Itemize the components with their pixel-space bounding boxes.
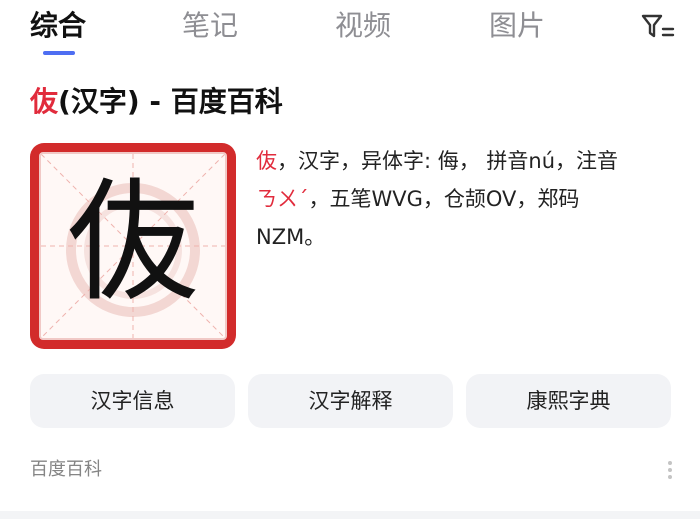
more-dot-icon — [668, 475, 672, 479]
active-tab-indicator — [43, 51, 75, 55]
hanzi-explanation-button[interactable]: 汉字解释 — [248, 374, 453, 428]
more-dot-icon — [668, 461, 672, 465]
kangxi-dictionary-button[interactable]: 康熙字典 — [466, 374, 671, 428]
section-divider — [0, 511, 700, 519]
title-text: (汉字) - 百度百科 — [58, 85, 283, 118]
tab-notes[interactable]: 笔记 — [182, 6, 238, 46]
filter-icon — [641, 14, 675, 38]
tab-general[interactable]: 综合 — [30, 6, 86, 46]
description-line2: ，五笔WVG，仓颉OV，郑码 — [308, 187, 580, 211]
result-title-link[interactable]: 伖(汉字) - 百度百科 — [30, 82, 283, 122]
more-options-button[interactable] — [660, 458, 680, 482]
filter-button[interactable] — [640, 12, 676, 42]
tab-images[interactable]: 图片 — [489, 6, 545, 46]
thumbnail-grid: 伖 — [39, 152, 227, 340]
more-dot-icon — [668, 468, 672, 472]
result-source[interactable]: 百度百科 — [30, 456, 102, 484]
tab-video[interactable]: 视频 — [335, 6, 391, 46]
description-line3: NZM。 — [256, 225, 326, 249]
top-tab-bar: 综合 笔记 视频 图片 — [0, 0, 700, 60]
hanzi-info-button[interactable]: 汉字信息 — [30, 374, 235, 428]
result-description: 伖，汉字，异体字: 侮， 拼音nú，注音 ㄋㄨˊ，五笔WVG，仓颉OV，郑码 N… — [256, 142, 676, 256]
character-thumbnail[interactable]: 伖 — [30, 143, 236, 349]
title-highlight-char: 伖 — [30, 85, 59, 118]
description-line1: ，汉字，异体字: 侮， 拼音nú，注音 — [277, 149, 619, 173]
description-bopomofo: ㄋㄨˊ — [256, 187, 309, 211]
description-highlight-char: 伖 — [256, 149, 277, 173]
thumbnail-character: 伖 — [67, 166, 199, 320]
